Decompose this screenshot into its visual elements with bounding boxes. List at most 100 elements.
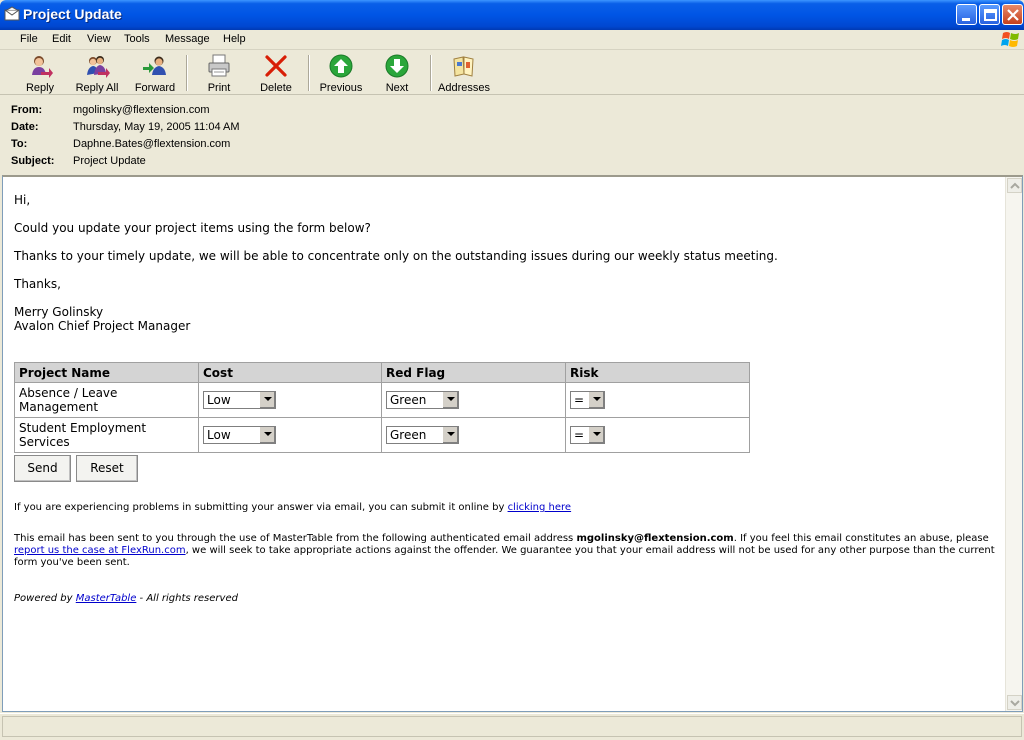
minimize-button[interactable] bbox=[956, 4, 977, 25]
chevron-up-icon bbox=[1010, 182, 1020, 189]
red-flag-select-value: Green bbox=[390, 428, 427, 442]
reply-all-button[interactable]: Reply All bbox=[74, 53, 120, 95]
cost-select-value: Low bbox=[207, 428, 231, 442]
report-abuse-link[interactable]: report us the case at FlexRun.com bbox=[14, 545, 186, 556]
risk-select-value: = bbox=[574, 393, 585, 407]
maximize-icon bbox=[984, 9, 997, 21]
chevron-down-icon bbox=[593, 432, 601, 436]
powered-by: Powered by MasterTable - All rights rese… bbox=[14, 593, 238, 605]
scroll-down-button[interactable] bbox=[1007, 695, 1022, 710]
project-name-cell: Student Employment Services bbox=[14, 417, 199, 453]
windows-logo-icon bbox=[1001, 32, 1019, 47]
delete-label: Delete bbox=[260, 82, 292, 94]
previous-button[interactable]: Previous bbox=[318, 53, 364, 95]
send-button[interactable]: Send bbox=[14, 455, 71, 482]
window-title: Project Update bbox=[23, 6, 122, 22]
reply-all-label: Reply All bbox=[75, 82, 119, 94]
title-bar: Project Update bbox=[0, 0, 1024, 30]
reply-button[interactable]: Reply bbox=[20, 53, 60, 95]
menu-edit[interactable]: Edit bbox=[52, 32, 71, 46]
chevron-down-icon bbox=[264, 432, 272, 436]
problem-text: If you are experiencing problems in subm… bbox=[14, 502, 505, 513]
toolbar-separator bbox=[308, 55, 310, 91]
project-name-cell: Absence / Leave Management bbox=[14, 382, 199, 418]
next-button[interactable]: Next bbox=[379, 53, 415, 95]
subject-value: Project Update bbox=[73, 155, 146, 167]
cost-cell: Low bbox=[198, 382, 382, 418]
reply-label: Reply bbox=[25, 82, 55, 94]
column-header: Cost bbox=[198, 362, 382, 383]
delete-button[interactable]: Delete bbox=[255, 53, 297, 95]
menu-view[interactable]: View bbox=[87, 32, 111, 46]
subject-label: Subject: bbox=[11, 155, 55, 167]
scroll-up-button[interactable] bbox=[1007, 178, 1022, 193]
red-flag-cell: Green bbox=[381, 417, 566, 453]
risk-select[interactable]: = bbox=[570, 391, 605, 409]
greeting: Hi, bbox=[14, 193, 31, 207]
red-flag-select-value: Green bbox=[390, 393, 427, 407]
to-label: To: bbox=[11, 138, 28, 150]
column-header: Project Name bbox=[14, 362, 199, 383]
risk-select[interactable]: = bbox=[570, 426, 605, 444]
message-body[interactable]: Hi, Could you update your project items … bbox=[2, 175, 1023, 712]
toolbar: Reply Reply All Forward Print Delete Pre… bbox=[0, 51, 1024, 95]
dropdown-arrow-button[interactable] bbox=[588, 392, 604, 408]
chevron-down-icon bbox=[447, 432, 455, 436]
addresses-label: Addresses bbox=[438, 82, 490, 94]
date-label: Date: bbox=[11, 121, 39, 133]
reset-button[interactable]: Reset bbox=[76, 455, 138, 482]
status-bar bbox=[0, 713, 1024, 740]
red-flag-select[interactable]: Green bbox=[386, 391, 459, 409]
close-icon bbox=[1007, 9, 1019, 21]
print-label: Print bbox=[207, 82, 231, 94]
printer-icon bbox=[208, 54, 230, 77]
clicking-here-link[interactable]: clicking here bbox=[508, 502, 572, 513]
notice-email: mgolinsky@flextension.com bbox=[576, 533, 734, 544]
next-label: Next bbox=[385, 82, 409, 94]
maximize-button[interactable] bbox=[979, 4, 1000, 25]
chevron-down-icon bbox=[447, 397, 455, 401]
addresses-button[interactable]: Addresses bbox=[437, 53, 491, 95]
cost-select-value: Low bbox=[207, 393, 231, 407]
vertical-scrollbar[interactable] bbox=[1005, 177, 1022, 711]
table-row: Student Employment Services Low Green = bbox=[14, 417, 750, 453]
arrow-up-icon bbox=[329, 54, 353, 78]
chevron-down-icon bbox=[264, 397, 272, 401]
column-header: Red Flag bbox=[381, 362, 566, 383]
print-button[interactable]: Print bbox=[202, 53, 236, 95]
from-value: mgolinsky@flextension.com bbox=[73, 104, 210, 116]
table-header-row: Project Name Cost Red Flag Risk bbox=[14, 362, 750, 383]
dropdown-arrow-button[interactable] bbox=[442, 427, 458, 443]
arrow-down-icon bbox=[385, 54, 409, 78]
menu-help[interactable]: Help bbox=[223, 32, 246, 46]
dropdown-arrow-button[interactable] bbox=[588, 427, 604, 443]
chevron-down-icon bbox=[1010, 700, 1020, 707]
from-label: From: bbox=[11, 104, 43, 116]
envelope-icon bbox=[4, 6, 20, 21]
risk-cell: = bbox=[565, 417, 750, 453]
cost-select[interactable]: Low bbox=[203, 426, 276, 444]
status-pane bbox=[2, 716, 1022, 737]
menu-message[interactable]: Message bbox=[165, 32, 210, 46]
table-row: Absence / Leave Management Low Green = bbox=[14, 382, 750, 418]
cost-select[interactable]: Low bbox=[203, 391, 276, 409]
reply-all-icon bbox=[87, 56, 110, 78]
menu-tools[interactable]: Tools bbox=[124, 32, 150, 46]
close-button[interactable] bbox=[1002, 4, 1023, 25]
dropdown-arrow-button[interactable] bbox=[259, 427, 275, 443]
forward-icon bbox=[143, 56, 166, 75]
sender-title: Avalon Chief Project Manager bbox=[14, 319, 191, 333]
sender-name: Merry Golinsky bbox=[14, 305, 104, 319]
red-flag-select[interactable]: Green bbox=[386, 426, 459, 444]
forward-button[interactable]: Forward bbox=[132, 53, 178, 95]
delete-icon bbox=[265, 55, 287, 77]
menu-file[interactable]: File bbox=[20, 32, 38, 46]
powered-prefix: Powered by bbox=[14, 593, 73, 604]
red-flag-cell: Green bbox=[381, 382, 566, 418]
powered-suffix: - All rights reserved bbox=[139, 593, 238, 604]
risk-cell: = bbox=[565, 382, 750, 418]
dropdown-arrow-button[interactable] bbox=[259, 392, 275, 408]
request-line: Could you update your project items usin… bbox=[14, 221, 371, 235]
mastertable-link[interactable]: MasterTable bbox=[76, 593, 137, 604]
dropdown-arrow-button[interactable] bbox=[442, 392, 458, 408]
